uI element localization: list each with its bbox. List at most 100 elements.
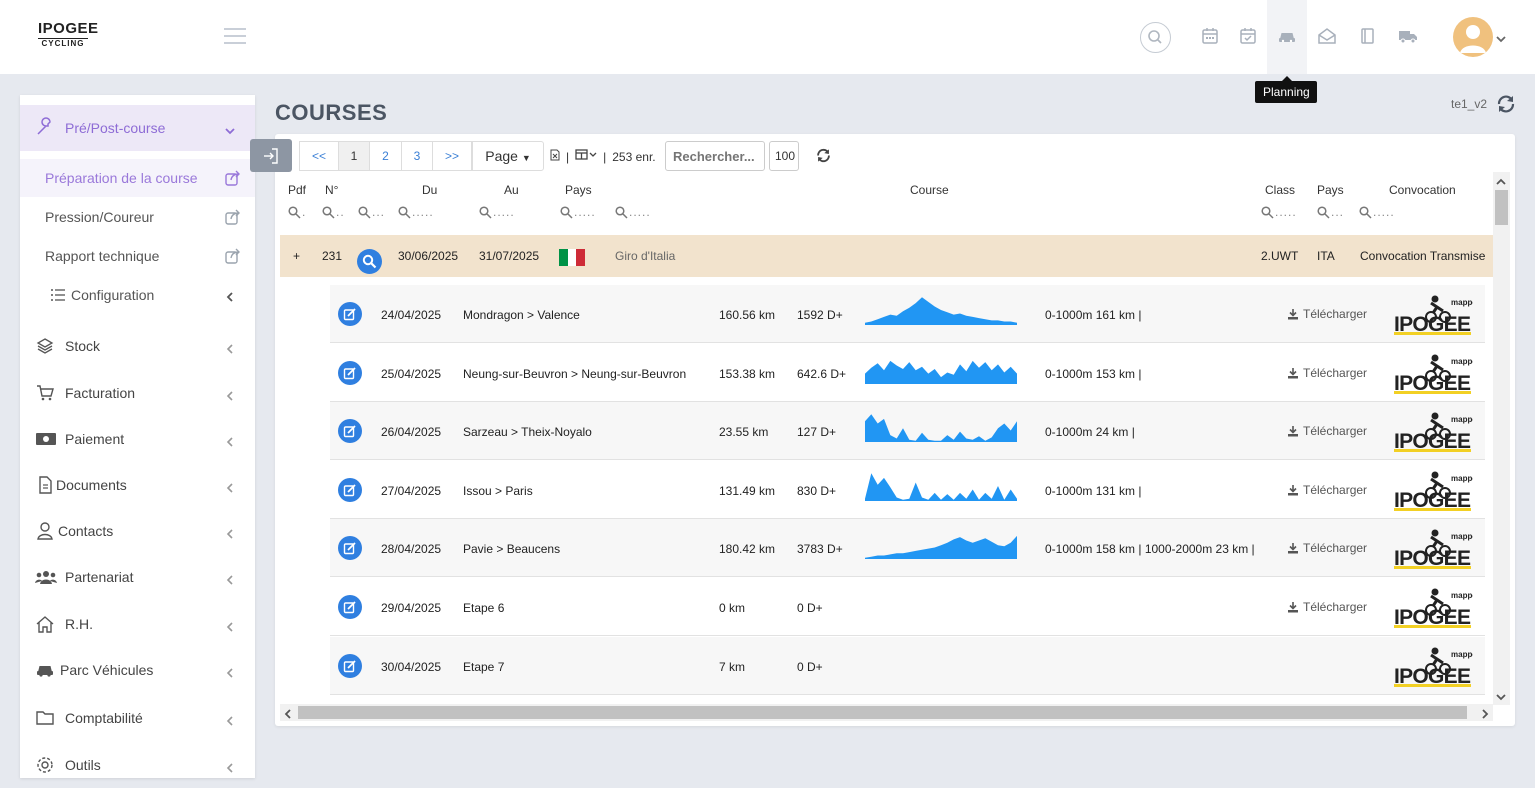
sidebar-item-documents[interactable]: Documents [20,466,255,504]
edit-stage-button[interactable] [338,536,362,561]
download-link[interactable]: Télécharger [1287,366,1367,380]
column-filter-au[interactable]: ..... [479,205,515,219]
stage-row[interactable]: 26/04/2025 Sarzeau > Theix-Noyalo 23.55 km… [330,402,1485,461]
brand-logo[interactable]: IPOGEE CYCLING [38,20,98,58]
pagination-next[interactable]: >> [432,141,472,171]
race-details-button[interactable] [357,249,382,274]
column-filter-convocation[interactable]: ..... [1359,205,1395,219]
column-filter-num[interactable]: .. [322,205,345,219]
sidebar-item-paiement[interactable]: Paiement [20,420,255,458]
edit-stage-button[interactable] [338,360,362,385]
refresh-icon[interactable] [1495,93,1517,115]
column-filter-pdf[interactable]: . [288,205,306,219]
stage-date: 30/04/2025 [381,659,442,674]
pagination-page-3[interactable]: 3 [401,141,433,171]
column-header-num[interactable]: N° [325,183,338,197]
edit-stage-button[interactable] [338,653,362,678]
sign-in-button[interactable] [250,139,292,172]
refresh-icon[interactable] [815,147,832,164]
horizontal-scrollbar-thumb[interactable] [298,706,1467,719]
page-size-input[interactable]: 100 [769,141,799,171]
column-filter-course[interactable]: ..... [615,205,651,219]
download-link[interactable]: Télécharger [1287,600,1367,614]
external-link-icon[interactable] [223,168,243,188]
pagination-prev[interactable]: << [299,141,339,171]
book-icon[interactable] [1355,24,1379,48]
calendar-icon[interactable] [1198,24,1222,48]
excel-export-icon[interactable] [550,149,560,164]
menu-toggle-icon[interactable] [224,28,246,46]
column-filter-pays-code[interactable]: ... [1317,205,1344,219]
calendar-check-icon[interactable] [1236,24,1260,48]
scroll-down-icon[interactable] [1496,690,1506,701]
column-header-pays[interactable]: Pays [565,183,592,197]
column-filter-class[interactable]: ..... [1261,205,1297,219]
table-search-input[interactable] [665,141,765,171]
global-search-button[interactable] [1140,22,1171,53]
users-icon [35,567,57,587]
external-link-icon[interactable] [223,207,243,227]
column-filter-zoom[interactable]: ... [358,205,385,219]
external-link-icon[interactable] [223,246,243,266]
sidebar-subitem-preparation[interactable]: Préparation de la course [20,159,255,197]
pagination-page-1[interactable]: 1 [338,141,370,171]
sidebar-item-contacts[interactable]: Contacts [20,512,255,550]
stage-row[interactable]: 29/04/2025 Etape 6 0 km 0 D+ Télécharger mapp… [330,578,1485,636]
scroll-left-icon[interactable] [283,707,293,719]
expand-row-button[interactable]: + [293,249,300,263]
sidebar-subitem-configuration[interactable]: Configuration [20,276,255,314]
download-link[interactable]: Télécharger [1287,307,1367,321]
stage-route: Issou > Paris [463,483,533,498]
car-icon[interactable] [1275,24,1299,48]
scroll-right-icon[interactable] [1480,707,1490,719]
pagination-page-2[interactable]: 2 [369,141,402,171]
download-link[interactable]: Télécharger [1287,483,1367,497]
sidebar-item-outils[interactable]: Outils [20,746,255,778]
truck-icon[interactable] [1396,24,1420,48]
download-icon [1288,426,1298,437]
user-avatar[interactable] [1453,17,1493,57]
table-row[interactable]: + 231 30/06/2025 31/07/2025 Giro d'Itali… [280,235,1493,277]
vertical-scrollbar-thumb[interactable] [1495,190,1508,225]
sidebar-item-rh[interactable]: R.H. [20,605,255,643]
sidebar-item-partenariat[interactable]: Partenariat [20,558,255,596]
column-header-pdf[interactable]: Pdf [288,183,306,197]
column-filter-du[interactable]: ..... [398,205,434,219]
columns-icon[interactable] [575,149,597,164]
sidebar-item-stock[interactable]: Stock [20,327,255,365]
edit-stage-button[interactable] [338,419,362,444]
vertical-scrollbar[interactable] [1493,172,1510,705]
sidebar-item-pre-post-course[interactable]: Pré/Post-course [20,105,255,151]
scroll-up-icon[interactable] [1496,175,1506,185]
stage-row[interactable]: 30/04/2025 Etape 7 7 km 0 D+ mapperIPOGEE [330,636,1485,695]
stage-row[interactable]: 25/04/2025 Neung-sur-Beuvron > Neung-sur-… [330,344,1485,402]
sidebar-subitem-rapport[interactable]: Rapport technique [20,237,255,275]
stage-elevation: 830 D+ [797,483,837,498]
download-link[interactable]: Télécharger [1287,541,1367,555]
search-icon [322,205,335,219]
sidebar-item-comptabilite[interactable]: Comptabilité [20,699,255,737]
column-header-convocation[interactable]: Convocation [1389,183,1456,197]
edit-stage-button[interactable] [338,595,362,619]
stage-row[interactable]: 28/04/2025 Pavie > Beaucens 180.42 km 3783 … [330,519,1485,578]
column-header-du[interactable]: Du [422,183,437,197]
chevron-down-icon[interactable] [1495,32,1507,43]
column-header-au[interactable]: Au [504,183,519,197]
column-filter-pays[interactable]: ..... [560,205,596,219]
column-header-course[interactable]: Course [910,183,949,197]
stage-row[interactable]: 24/04/2025 Mondragon > Valence 160.56 km 15… [330,285,1485,343]
sidebar-item-parc-vehicules[interactable]: Parc Véhicules [20,651,255,689]
edit-stage-button[interactable] [338,302,362,326]
brand-logo-subtext: CYCLING [38,38,88,48]
sidebar-subitem-pression[interactable]: Pression/Coureur [20,198,255,236]
column-header-pays-code[interactable]: Pays [1317,183,1344,197]
chevron-left-icon [225,388,235,401]
envelope-open-icon[interactable] [1315,24,1339,48]
edit-stage-button[interactable] [338,477,362,502]
stage-row[interactable]: 27/04/2025 Issou > Paris 131.49 km 830 D+ 0-… [330,461,1485,519]
column-header-class[interactable]: Class [1265,183,1295,197]
download-link[interactable]: Télécharger [1287,424,1367,438]
page-select-dropdown[interactable]: Page ▼ [472,141,544,171]
sidebar-item-facturation[interactable]: Facturation [20,374,255,412]
ipogee-mapper-logo: mapperIPOGEE [1394,647,1473,688]
